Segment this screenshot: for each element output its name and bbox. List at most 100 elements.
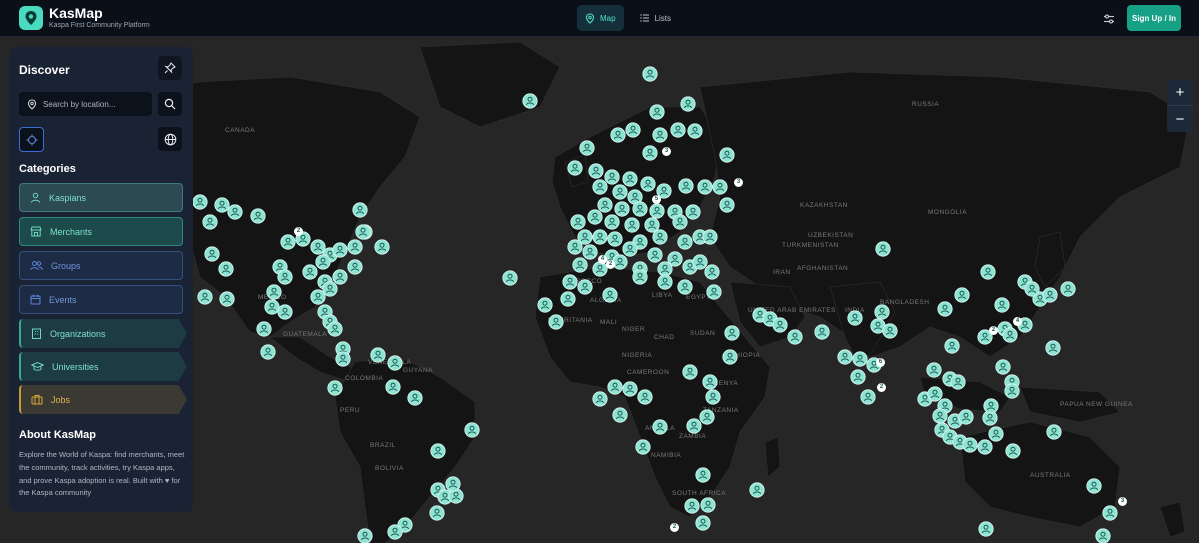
pin-panel-button[interactable] — [158, 56, 182, 80]
map-marker[interactable] — [335, 351, 351, 372]
map-marker[interactable] — [697, 179, 713, 200]
map-marker[interactable] — [260, 344, 276, 365]
globe-button[interactable] — [158, 127, 182, 151]
map-marker[interactable] — [875, 241, 891, 262]
map-marker[interactable] — [722, 349, 738, 370]
map-marker[interactable] — [1002, 327, 1018, 348]
marker-cluster-count[interactable]: 3 — [734, 178, 743, 187]
map-marker[interactable] — [374, 239, 390, 260]
marker-cluster-count[interactable]: 3 — [662, 147, 671, 156]
map-marker[interactable] — [445, 476, 461, 497]
marker-cluster-count[interactable]: 2 — [877, 383, 886, 392]
map-marker[interactable] — [677, 279, 693, 300]
tab-lists[interactable]: Lists — [632, 5, 679, 31]
map-marker[interactable] — [962, 437, 978, 458]
map-marker[interactable] — [944, 338, 960, 359]
category-organizations[interactable]: Organizations — [19, 319, 187, 348]
tab-map[interactable]: Map — [577, 5, 624, 31]
map-marker[interactable] — [704, 264, 720, 285]
map-marker[interactable] — [387, 355, 403, 376]
map-marker[interactable] — [218, 261, 234, 282]
map-marker[interactable] — [983, 398, 999, 419]
map-marker[interactable] — [980, 264, 996, 285]
map-marker[interactable] — [787, 329, 803, 350]
map-marker[interactable] — [719, 147, 735, 168]
map-marker[interactable] — [579, 140, 595, 161]
brand[interactable]: KasMap Kaspa First Community Platform — [19, 6, 150, 30]
map-marker[interactable] — [256, 321, 272, 342]
map-marker[interactable] — [577, 279, 593, 300]
map-marker[interactable] — [548, 314, 564, 335]
map-marker[interactable] — [1045, 340, 1061, 361]
map-marker[interactable] — [502, 270, 518, 291]
search-input[interactable] — [43, 99, 148, 109]
category-jobs[interactable]: Jobs — [19, 385, 187, 414]
map-marker[interactable] — [1095, 528, 1111, 543]
marker-cluster-count[interactable]: 5 — [652, 195, 661, 204]
map-marker[interactable] — [327, 321, 343, 342]
map-marker[interactable] — [332, 242, 348, 263]
category-merchants[interactable]: Merchants — [19, 217, 183, 246]
search-button[interactable] — [158, 92, 182, 116]
map-marker[interactable] — [250, 208, 266, 229]
map-marker[interactable] — [607, 379, 623, 400]
map-marker[interactable] — [612, 407, 628, 428]
map-marker[interactable] — [652, 419, 668, 440]
map-marker[interactable] — [860, 389, 876, 410]
map-marker[interactable] — [635, 439, 651, 460]
map-marker[interactable] — [680, 96, 696, 117]
map-marker[interactable] — [954, 287, 970, 308]
map-marker[interactable] — [950, 374, 966, 395]
map-marker[interactable] — [695, 515, 711, 536]
marker-cluster-count[interactable]: 2 — [606, 260, 615, 269]
map-marker[interactable] — [847, 310, 863, 331]
map-marker[interactable] — [695, 467, 711, 488]
map-marker[interactable] — [327, 380, 343, 401]
map-marker[interactable] — [202, 214, 218, 235]
map-marker[interactable] — [670, 122, 686, 143]
map-marker[interactable] — [978, 521, 994, 542]
map-marker[interactable] — [352, 202, 368, 223]
map-marker[interactable] — [464, 422, 480, 443]
map-marker[interactable] — [687, 123, 703, 144]
map-marker[interactable] — [429, 505, 445, 526]
map-marker[interactable] — [1005, 443, 1021, 464]
map-marker[interactable] — [702, 374, 718, 395]
map-marker[interactable] — [522, 93, 538, 114]
filters-button[interactable] — [1100, 10, 1118, 28]
map-marker[interactable] — [192, 194, 208, 215]
map-marker[interactable] — [926, 362, 942, 383]
marker-cluster-count[interactable]: 3 — [1118, 497, 1127, 506]
map-marker[interactable] — [355, 224, 371, 245]
map-marker[interactable] — [814, 324, 830, 345]
map-marker[interactable] — [1042, 287, 1058, 308]
map-marker[interactable] — [657, 274, 673, 295]
map-marker[interactable] — [625, 122, 641, 143]
map-marker[interactable] — [850, 369, 866, 390]
map-marker[interactable] — [370, 347, 386, 368]
map-marker[interactable] — [637, 389, 653, 410]
map-marker[interactable] — [1024, 281, 1040, 302]
marker-cluster-count[interactable]: 2 — [670, 523, 679, 532]
map-marker[interactable] — [642, 145, 658, 166]
map-marker[interactable] — [322, 281, 338, 302]
map-marker[interactable] — [994, 297, 1010, 318]
map-marker[interactable] — [219, 291, 235, 312]
map-marker[interactable] — [407, 390, 423, 411]
map-marker[interactable] — [837, 349, 853, 370]
sign-up-button[interactable]: Sign Up / In — [1127, 5, 1181, 31]
map-marker[interactable] — [1086, 478, 1102, 499]
map-marker[interactable] — [430, 443, 446, 464]
zoom-out-button[interactable]: − — [1167, 106, 1193, 132]
map-marker[interactable] — [347, 259, 363, 280]
marker-cluster-count[interactable]: 6 — [876, 358, 885, 367]
category-universities[interactable]: Universities — [19, 352, 187, 381]
map-marker[interactable] — [280, 234, 296, 255]
map-marker[interactable] — [385, 379, 401, 400]
map-marker[interactable] — [772, 317, 788, 338]
map-marker[interactable] — [1102, 505, 1118, 526]
marker-cluster-count[interactable]: 2 — [294, 227, 303, 236]
category-groups[interactable]: Groups — [19, 251, 183, 280]
map-marker[interactable] — [699, 409, 715, 430]
my-location-button[interactable] — [19, 127, 44, 152]
